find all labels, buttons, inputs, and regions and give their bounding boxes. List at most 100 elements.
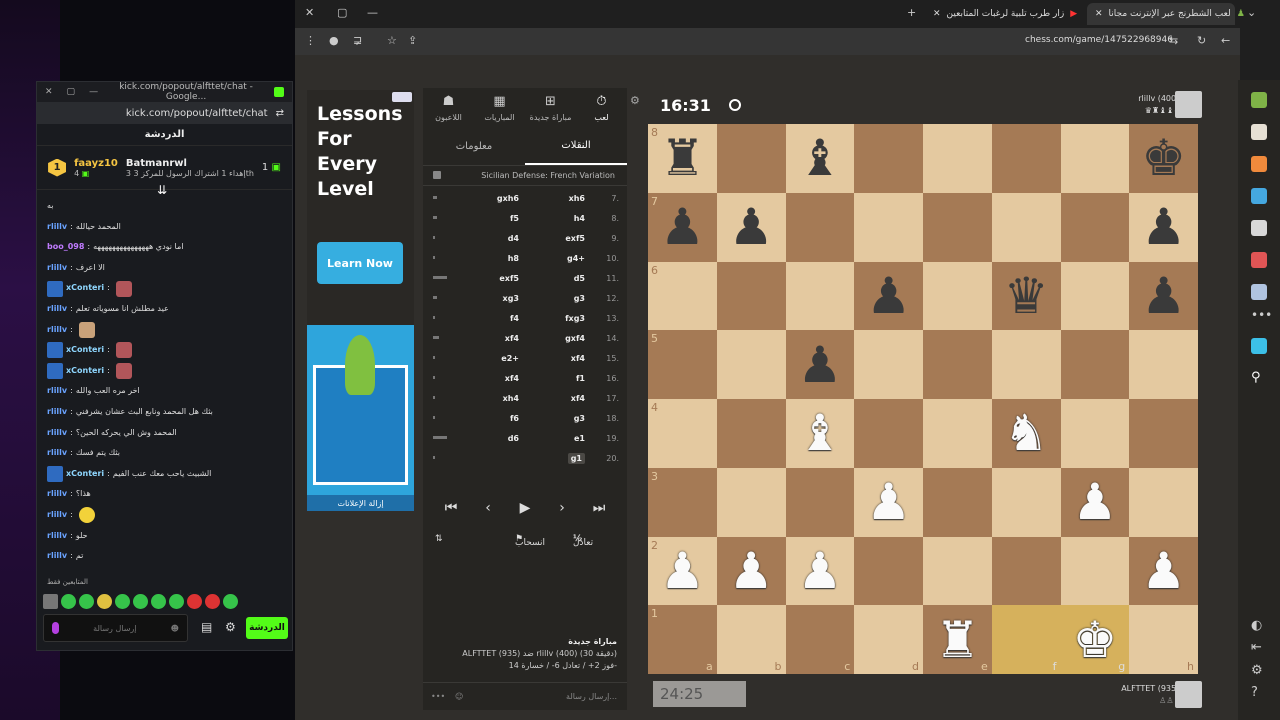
black-move[interactable]: h8 xyxy=(508,254,519,263)
white-pawn-icon[interactable]: ♟ xyxy=(1141,546,1186,596)
microphone-icon[interactable] xyxy=(52,622,59,634)
black-move[interactable]: f4 xyxy=(510,314,519,323)
gear-icon[interactable]: ⚙ xyxy=(630,94,640,107)
black-pawn-icon[interactable]: ♟ xyxy=(797,340,842,390)
remove-ads-link[interactable]: إزالة الإعلانات xyxy=(307,495,414,511)
white-move[interactable]: e1 xyxy=(574,434,585,443)
white-move[interactable]: g3 xyxy=(574,294,585,303)
board-square[interactable]: ♛ xyxy=(991,261,1061,331)
board-square[interactable] xyxy=(923,467,992,537)
emote-icon[interactable] xyxy=(151,594,166,609)
emote-icon[interactable] xyxy=(115,594,130,609)
white-knight-icon[interactable]: ♞ xyxy=(1004,408,1049,458)
black-move[interactable]: xf4 xyxy=(505,374,519,383)
board-square[interactable] xyxy=(923,192,992,262)
board-square[interactable]: 4 xyxy=(648,399,717,468)
chat-username[interactable]: rlillv xyxy=(47,526,67,547)
emote-icon[interactable] xyxy=(133,594,148,609)
info-line-1[interactable]: ALFTTET (935) ضد rlillv (400) (30 دقيقة) xyxy=(462,649,617,658)
chat-username[interactable]: xConteri xyxy=(66,278,104,299)
board-square[interactable]: ♟ xyxy=(785,536,855,606)
chat-username[interactable]: rlillv xyxy=(47,258,67,279)
top-user-2[interactable]: Batmanrwl xyxy=(126,158,187,169)
gear-icon[interactable]: ⚙ xyxy=(1251,663,1267,679)
chat-url[interactable]: kick.com/popout/alfttet/chat xyxy=(126,108,268,119)
previous-move-button[interactable]: ‹ xyxy=(477,497,500,520)
search-icon[interactable]: ⚲ xyxy=(1251,370,1267,386)
chat-username[interactable]: rlillv xyxy=(47,546,67,567)
board-square[interactable]: 7 ♟ xyxy=(648,192,717,262)
board-square[interactable]: 3 xyxy=(648,467,717,537)
chat-username[interactable]: rlillv xyxy=(47,320,67,341)
board-square[interactable] xyxy=(854,192,923,262)
emoji-icon[interactable]: ☻ xyxy=(171,624,179,633)
white-pawn-icon[interactable]: ♟ xyxy=(866,477,911,527)
chat-username[interactable]: rlillv xyxy=(47,443,67,464)
black-move[interactable]: xh4 xyxy=(503,394,519,403)
profile-icon[interactable]: ● xyxy=(329,34,339,47)
board-square[interactable] xyxy=(1060,536,1130,606)
new-tab-icon[interactable]: + xyxy=(907,6,916,19)
back-icon[interactable]: ← xyxy=(1221,34,1230,47)
white-move[interactable]: h4 xyxy=(574,214,585,223)
black-pawn-icon[interactable]: ♟ xyxy=(1141,271,1186,321)
board-square[interactable] xyxy=(923,536,992,606)
board-square[interactable]: 5 xyxy=(648,330,717,399)
board-square[interactable] xyxy=(785,192,855,262)
avatar[interactable] xyxy=(1175,681,1202,708)
tab-new-game[interactable]: ⊞ مباراة جديدة xyxy=(525,88,576,128)
watch-icon[interactable] xyxy=(1251,220,1267,236)
board-square[interactable]: d xyxy=(854,605,923,674)
board-square[interactable] xyxy=(1060,399,1130,468)
board-square[interactable]: ♟ xyxy=(1129,192,1198,262)
close-icon[interactable]: ✕ xyxy=(45,87,53,97)
diamond-icon[interactable] xyxy=(1251,338,1267,354)
chess-board[interactable]: 8 ♜ ♝ ♚ 7 ♟ ♟ ♟ 6 ♟ ♛ ♟ 5 ♟ 4 ♝ ♞ 3 ♟ ♟ 2 ♟ ♟ ♟ ♟ 1 a b c d e ♜ f g ♚ h xyxy=(648,124,1198,674)
white-pawn-icon[interactable]: ♟ xyxy=(797,546,842,596)
game-chat-input[interactable]: ••• ☺ إرسال رسالة... xyxy=(423,682,627,710)
play-button[interactable]: ▶ xyxy=(514,497,537,520)
emote-icon[interactable] xyxy=(97,594,112,609)
board-square[interactable] xyxy=(1060,192,1130,262)
white-pawn-icon[interactable]: ♟ xyxy=(729,546,774,596)
black-move[interactable]: d4 xyxy=(508,234,519,243)
board-square[interactable] xyxy=(854,399,923,468)
more-icon[interactable]: ••• xyxy=(1251,308,1272,324)
emote-icon[interactable] xyxy=(43,594,58,609)
black-rook-icon[interactable]: ♜ xyxy=(660,133,705,183)
board-square[interactable] xyxy=(1129,399,1198,468)
chevron-down-icon[interactable]: ⇊ xyxy=(157,183,167,197)
chat-username[interactable]: rlillv xyxy=(47,484,67,505)
theme-icon[interactable]: ◐ xyxy=(1251,618,1267,634)
gear-icon[interactable]: ⚙ xyxy=(225,620,236,634)
chat-username[interactable]: rlillv xyxy=(47,381,67,402)
board-square[interactable] xyxy=(1129,467,1198,537)
board-square[interactable] xyxy=(991,192,1061,262)
emote-icon[interactable] xyxy=(79,594,94,609)
collapse-icon[interactable]: ⇤ xyxy=(1251,640,1267,656)
board-square[interactable] xyxy=(991,330,1061,399)
chat-username[interactable]: rlillv xyxy=(47,402,67,423)
minimize-icon[interactable]: — xyxy=(367,6,378,19)
learn-now-button[interactable]: Learn Now xyxy=(317,242,403,284)
board-square[interactable]: 2 ♟ xyxy=(648,536,717,606)
tab-play[interactable]: ⏱ لعب xyxy=(576,88,627,128)
board-square[interactable]: ♞ xyxy=(991,399,1061,468)
black-pawn-icon[interactable]: ♟ xyxy=(1141,202,1186,252)
board-square[interactable]: f xyxy=(991,605,1061,674)
board-square[interactable] xyxy=(716,124,786,193)
emote-icon[interactable] xyxy=(205,594,220,609)
chat-input[interactable]: إرسال رسالة ☻ xyxy=(43,614,188,642)
board-square[interactable]: 1a xyxy=(648,605,717,674)
board-square[interactable]: b xyxy=(716,605,786,674)
black-pawn-icon[interactable]: ♟ xyxy=(729,202,774,252)
board-square[interactable] xyxy=(1060,124,1130,193)
board-square[interactable] xyxy=(923,330,992,399)
chat-username[interactable]: boo_098 xyxy=(47,237,84,258)
board-square[interactable] xyxy=(991,467,1061,537)
black-king-icon[interactable]: ♚ xyxy=(1141,133,1186,183)
board-square[interactable]: ♚ xyxy=(1129,124,1198,193)
tab-games[interactable]: ▦ المباريات xyxy=(474,88,525,128)
emote-icon[interactable] xyxy=(61,594,76,609)
board-square[interactable] xyxy=(716,330,786,399)
